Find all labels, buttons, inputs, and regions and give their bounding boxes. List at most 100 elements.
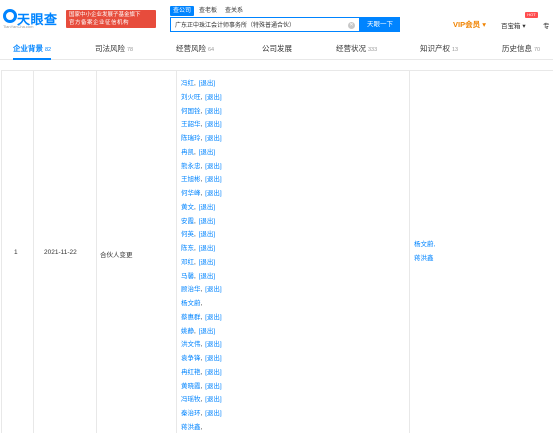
list-item: 马馨, [退出] (181, 270, 222, 284)
partner-name-link[interactable]: 王旭彬 (181, 176, 201, 183)
partner-name-link[interactable]: 顾治华 (181, 286, 201, 293)
list-item: 姚静, [退出] (181, 325, 222, 339)
tab-count: 70 (534, 47, 541, 53)
partner-name-link[interactable]: 袁争锋 (181, 355, 201, 362)
list-item: 蒋洪鑫, (181, 421, 222, 433)
list-item: 安霞, [退出] (181, 215, 222, 229)
partner-name-link[interactable]: 何英 (181, 231, 194, 238)
partner-name-link[interactable]: 何国铨 (181, 108, 201, 115)
partner-name-link[interactable]: 蒋洪鑫 (181, 424, 201, 431)
partner-name-link[interactable]: 姚静 (181, 328, 194, 335)
vip-menu[interactable]: VIP会员 ▾ (453, 19, 486, 30)
exit-tag: [退出] (205, 396, 222, 404)
separator: , (200, 410, 205, 417)
separator: , (200, 286, 205, 294)
partner-name-link[interactable]: 邓红 (181, 259, 194, 266)
list-item: 洪文伟, [退出] (181, 338, 222, 352)
partner-name-link[interactable]: 杨文蔚 (181, 300, 201, 307)
partner-name-link[interactable]: 蒋洪鑫 (414, 252, 435, 266)
partner-name-link[interactable]: 王韶华 (181, 121, 201, 128)
credit-banner[interactable]: 国家中小企业发展子基金旗下 官方备案企业征信机构 (66, 10, 156, 28)
exit-tag: [退出] (198, 327, 216, 335)
list-item: 秦治环, [退出] (181, 407, 222, 421)
search-tab-company[interactable]: 查公司 (170, 6, 195, 16)
logo[interactable]: 天眼查 TianYanCha.com (3, 9, 61, 29)
zhuan-menu[interactable]: 专 (543, 20, 550, 30)
tab-label: 经营状况 (336, 44, 366, 53)
separator: , (200, 121, 205, 129)
tab-operations[interactable]: 经营状况 333 (336, 38, 377, 60)
tab-legal-risk[interactable]: 司法风险 78 (95, 38, 133, 60)
tab-label: 经营风险 (176, 44, 206, 53)
exit-tag: [退出] (205, 190, 222, 197)
tab-business-risk[interactable]: 经营风险 64 (176, 38, 214, 60)
partner-name-link[interactable]: 黄文 (181, 204, 194, 211)
list-item: 刘火旺, [退出] (181, 91, 222, 105)
search-tab-boss[interactable]: 查老板 (196, 6, 220, 16)
separator: , (194, 245, 198, 252)
exit-tag: [退出] (198, 231, 216, 239)
hot-badge: HOT (525, 12, 538, 18)
list-item: 冯红, [退出] (181, 77, 222, 91)
partner-name-link[interactable]: 杨文蔚, (414, 238, 435, 252)
separator: , (194, 327, 198, 335)
exit-tag: [退出] (198, 203, 216, 211)
partner-name-link[interactable]: 冉红艳 (181, 369, 201, 376)
partner-name-link[interactable]: 冯瑶牧 (181, 396, 201, 403)
list-item: 冉红艳, [退出] (181, 366, 222, 380)
tab-count: 82 (45, 47, 52, 53)
tab-ip[interactable]: 知识产权 13 (420, 38, 458, 60)
partner-name-link[interactable]: 安霞 (181, 218, 194, 225)
search-input[interactable] (171, 18, 359, 31)
separator: , (200, 107, 205, 115)
partner-name-link[interactable]: 刘火旺 (181, 94, 201, 101)
exit-tag: [退出] (205, 135, 222, 142)
separator: , (194, 258, 198, 266)
exit-tag: [退出] (205, 286, 222, 294)
tab-label: 公司发展 (262, 44, 292, 53)
tab-background[interactable]: 企业背景 82 (13, 38, 52, 60)
tab-label: 知识产权 (420, 44, 450, 53)
separator: , (200, 300, 203, 307)
partner-name-link[interactable]: 冉凯 (181, 149, 194, 156)
change-date: 2021-11-22 (44, 249, 77, 256)
section-tabs: 企业背景 82 司法风险 78 经营风险 64 公司发展 经营状况 333 知识产权 13… (0, 38, 553, 60)
top-header: 天眼查 TianYanCha.com 国家中小企业发展子基金旗下 官方备案企业征… (0, 0, 553, 36)
separator: , (200, 176, 205, 184)
partner-name-link[interactable]: 何华峰 (181, 190, 201, 197)
list-item: 王韶华, [退出] (181, 118, 222, 132)
partner-name-link[interactable]: 熊永忠 (181, 163, 201, 170)
partner-name-link[interactable]: 秦治环 (181, 410, 201, 417)
separator: , (194, 231, 198, 239)
separator: , (200, 190, 205, 197)
chevron-down-icon: ▾ (482, 20, 486, 29)
clear-icon[interactable]: ✕ (348, 21, 355, 29)
chevron-down-icon: ▾ (522, 23, 526, 30)
tab-count: 64 (208, 47, 215, 53)
exit-tag: [退出] (205, 410, 222, 417)
tab-development[interactable]: 公司发展 (262, 38, 294, 60)
exit-tag: [退出] (205, 93, 222, 101)
partner-name-link[interactable]: 蔡惠群 (181, 314, 201, 321)
tab-count: 333 (368, 47, 378, 53)
separator: , (200, 382, 205, 390)
partner-name-link[interactable]: 冯红 (181, 80, 194, 87)
separator: , (200, 368, 205, 376)
exit-tag: [退出] (198, 148, 216, 156)
list-item: 顾治华, [退出] (181, 283, 222, 297)
partner-name-link[interactable]: 陈东 (181, 245, 194, 252)
search-box: ✕ (170, 17, 360, 32)
list-item: 邓红, [退出] (181, 256, 222, 270)
exit-tag: [退出] (205, 107, 222, 115)
separator: , (200, 423, 203, 431)
tab-history[interactable]: 历史信息 70 (502, 38, 540, 60)
search-type-tabs: 查公司 查老板 查关系 (170, 6, 246, 16)
partner-name-link[interactable]: 黄晓霞 (181, 383, 201, 390)
partner-name-link[interactable]: 陈瑞玲 (181, 135, 201, 142)
search-button[interactable]: 天眼一下 (360, 17, 400, 32)
partner-name-link[interactable]: 马馨 (181, 273, 194, 280)
baibao-menu[interactable]: 百宝箱 ▾ (501, 20, 526, 30)
partner-name-link[interactable]: 洪文伟 (181, 341, 201, 348)
exit-tag: [退出] (205, 176, 222, 184)
search-tab-relation[interactable]: 查关系 (222, 6, 246, 16)
